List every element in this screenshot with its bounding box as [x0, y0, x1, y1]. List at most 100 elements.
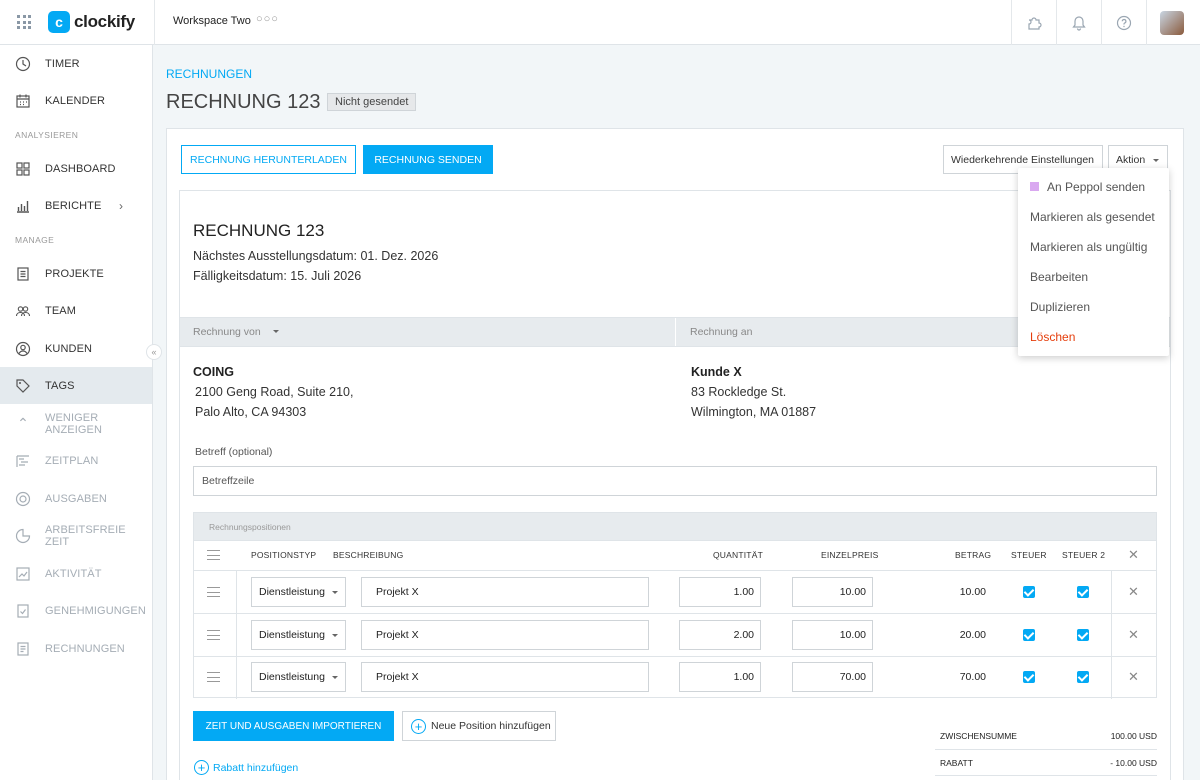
quantity-input[interactable]: 1.00: [679, 577, 761, 607]
tax2-checkbox[interactable]: [1077, 586, 1089, 598]
tax-checkbox[interactable]: [1023, 629, 1035, 641]
chevron-up-icon: ⌃: [17, 415, 29, 431]
quantity-input[interactable]: 1.00: [679, 662, 761, 692]
plus-circle-icon: +: [194, 760, 209, 775]
sidebar-item-label: TAGS: [45, 379, 75, 392]
subject-input[interactable]: Betreffzeile: [193, 466, 1157, 496]
sidebar-item-label: AUSGABEN: [45, 492, 107, 505]
unit-price-input[interactable]: 10.00: [792, 577, 873, 607]
position-type-select[interactable]: Dienstleistung: [251, 577, 346, 607]
sidebar-item-show-less[interactable]: ⌃ WENIGER ANZEIGEN: [0, 405, 152, 442]
sidebar-item-label: RECHNUNGEN: [45, 642, 125, 655]
drag-handle-icon[interactable]: [207, 672, 220, 682]
add-discount-link[interactable]: + Rabatt hinzufügen: [194, 760, 298, 775]
amount-value: 10.00: [959, 586, 986, 598]
apps-grid-icon[interactable]: [17, 15, 31, 29]
drag-handle-icon[interactable]: [207, 587, 220, 597]
menu-item-duplicate[interactable]: Duplizieren: [1030, 300, 1090, 314]
sidebar-item-team[interactable]: TEAM: [0, 292, 152, 329]
totals-divider: [935, 749, 1157, 750]
menu-item-mark-void[interactable]: Markieren als ungültig: [1030, 240, 1147, 254]
tax2-checkbox[interactable]: [1077, 671, 1089, 683]
unit-price-input[interactable]: 10.00: [792, 620, 873, 650]
to-address-line1: 83 Rockledge St.: [691, 385, 787, 399]
column-divider: [1111, 614, 1112, 656]
chart-icon: [14, 197, 32, 215]
sidebar-item-dashboard[interactable]: DASHBOARD: [0, 150, 152, 187]
sidebar-item-label: ZEITPLAN: [45, 454, 99, 467]
workspace-more-icon[interactable]: ○○○: [256, 13, 279, 25]
discount-label: RABATT: [940, 758, 973, 768]
sidebar-item-kalender[interactable]: KALENDER: [0, 82, 152, 119]
breadcrumb[interactable]: RECHNUNGEN: [166, 67, 252, 81]
menu-item-edit[interactable]: Bearbeiten: [1030, 270, 1088, 284]
sidebar-item-berichte[interactable]: BERICHTE ›: [0, 187, 152, 224]
app-logo[interactable]: c clockify: [48, 11, 135, 33]
add-discount-label: Rabatt hinzufügen: [213, 761, 299, 774]
sidebar-item-label: GENEHMIGUNGEN: [45, 604, 146, 617]
sidebar-item-ausgaben[interactable]: AUSGABEN: [0, 480, 152, 517]
bell-icon[interactable]: [1056, 0, 1101, 45]
add-position-button[interactable]: + Neue Position hinzufügen: [402, 711, 556, 741]
tax-checkbox[interactable]: [1023, 671, 1035, 683]
tag-icon: [14, 377, 32, 395]
tax-checkbox[interactable]: [1023, 586, 1035, 598]
amount-value: 70.00: [959, 671, 986, 683]
sidebar-item-rechnungen[interactable]: RECHNUNGEN: [0, 630, 152, 667]
collapse-sidebar-icon[interactable]: «: [146, 344, 162, 360]
column-divider: [236, 657, 237, 699]
description-input[interactable]: Projekt X: [361, 577, 649, 607]
sidebar-item-kunden[interactable]: KUNDEN: [0, 330, 152, 367]
help-icon[interactable]: [1101, 0, 1146, 45]
invoice-from-dropdown[interactable]: Rechnung von: [193, 326, 279, 338]
sidebar-item-label: DASHBOARD: [45, 162, 116, 175]
avatar[interactable]: [1160, 11, 1184, 35]
close-icon[interactable]: ✕: [1128, 547, 1139, 563]
sidebar-item-label: AKTIVITÄT: [45, 567, 102, 580]
sidebar-item-genehmigungen[interactable]: GENEHMIGUNGEN: [0, 592, 152, 629]
subtotal-label: ZWISCHENSUMME: [940, 731, 1017, 741]
sidebar-item-timer[interactable]: TIMER: [0, 45, 152, 82]
sidebar-item-projekte[interactable]: PROJEKTE: [0, 255, 152, 292]
sidebar-item-aktivitaet[interactable]: AKTIVITÄT: [0, 555, 152, 592]
column-header: QUANTITÄT: [713, 550, 763, 560]
invoice-icon: [14, 640, 32, 658]
description-input[interactable]: Projekt X: [361, 620, 649, 650]
sidebar-item-zeitplan[interactable]: ZEITPLAN: [0, 442, 152, 479]
import-time-expenses-button[interactable]: ZEIT UND AUSGABEN IMPORTIEREN: [193, 711, 394, 741]
discount-value: - 10.00 USD: [1110, 758, 1157, 768]
puzzle-icon[interactable]: [1011, 0, 1056, 45]
sidebar-item-label: KALENDER: [45, 94, 106, 107]
user-circle-icon: [14, 340, 32, 358]
description-input[interactable]: Projekt X: [361, 662, 649, 692]
send-invoice-button[interactable]: RECHNUNG SENDEN: [363, 145, 493, 174]
clockify-logo-icon: c: [48, 11, 70, 33]
sidebar-item-tags[interactable]: TAGS: [0, 367, 152, 404]
menu-item-delete[interactable]: Löschen: [1030, 330, 1075, 344]
page-title: RECHNUNG 123: [166, 91, 321, 113]
menu-item-mark-sent[interactable]: Markieren als gesendet: [1030, 210, 1155, 224]
remove-row-icon[interactable]: ✕: [1128, 669, 1139, 685]
tax2-checkbox[interactable]: [1077, 629, 1089, 641]
sidebar-item-arbeitsfreie-zeit[interactable]: ARBEITSFREIE ZEIT: [0, 517, 152, 554]
row-divider: [194, 656, 1156, 657]
calendar-icon: [14, 92, 32, 110]
remove-row-icon[interactable]: ✕: [1128, 584, 1139, 600]
unit-price-input[interactable]: 70.00: [792, 662, 873, 692]
chevron-right-icon: ›: [119, 198, 123, 213]
drag-handle-icon[interactable]: [207, 630, 220, 640]
clock-icon: [14, 55, 32, 73]
menu-item-label: An Peppol senden: [1047, 180, 1146, 194]
position-type-select[interactable]: Dienstleistung: [251, 620, 346, 650]
column-divider: [1111, 571, 1112, 613]
quantity-input[interactable]: 2.00: [679, 620, 761, 650]
drag-handle-icon: [207, 550, 220, 560]
position-type-select[interactable]: Dienstleistung: [251, 662, 346, 692]
menu-item-send-peppol[interactable]: An Peppol senden: [1030, 180, 1145, 194]
remove-row-icon[interactable]: ✕: [1128, 627, 1139, 643]
workspace-name[interactable]: Workspace Two: [173, 15, 251, 27]
sidebar-item-label: TEAM: [45, 304, 76, 317]
download-invoice-button[interactable]: RECHNUNG HERUNTERLADEN: [181, 145, 356, 174]
subject-label: Betreff (optional): [195, 446, 273, 458]
topbar-divider: [154, 0, 155, 45]
